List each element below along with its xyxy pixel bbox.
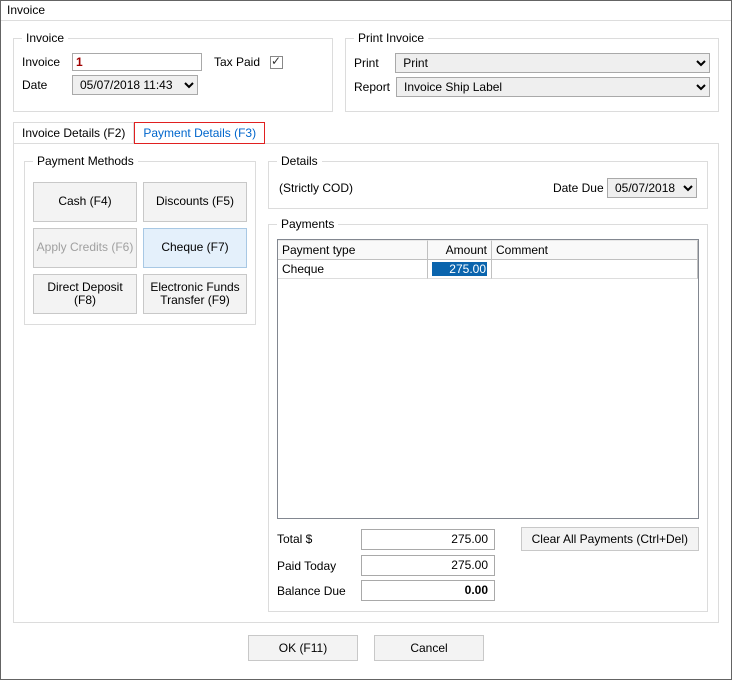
payments-legend: Payments [277,217,338,231]
tab-invoice-details[interactable]: Invoice Details (F2) [13,122,134,144]
cash-button[interactable]: Cash (F4) [33,182,137,222]
tab-body: Payment Methods Cash (F4) Discounts (F5)… [13,143,719,623]
invoice-legend: Invoice [22,31,68,45]
date-due-select[interactable]: 05/07/2018 [607,178,697,198]
tab-payment-details[interactable]: Payment Details (F3) [134,122,265,144]
cancel-button[interactable]: Cancel [374,635,484,661]
cell-amount[interactable]: 275.00 [428,260,492,279]
discounts-button[interactable]: Discounts (F5) [143,182,247,222]
ok-button[interactable]: OK (F11) [248,635,358,661]
taxpaid-label: Tax Paid [214,55,260,69]
print-label: Print [354,56,389,70]
clear-all-payments-button[interactable]: Clear All Payments (Ctrl+Del) [521,527,699,551]
date-label: Date [22,78,66,92]
payments-group: Payments Payment type Amount Comment Che… [268,217,708,612]
details-legend: Details [277,154,322,168]
invoice-number-input[interactable] [72,53,202,71]
paid-today-value: 275.00 [361,555,495,576]
table-row[interactable]: Cheque 275.00 [278,260,698,279]
invoice-number-label: Invoice [22,55,66,69]
report-label: Report [354,80,390,94]
print-select[interactable]: Print [395,53,710,73]
print-group: Print Invoice Print Print Report Invoice… [345,31,719,112]
total-label: Total $ [277,532,361,546]
tabs: Invoice Details (F2) Payment Details (F3… [13,122,719,144]
payments-table[interactable]: Payment type Amount Comment Cheque 275.0… [277,239,699,519]
direct-deposit-button[interactable]: Direct Deposit (F8) [33,274,137,314]
date-due-label: Date Due [553,181,604,195]
col-comment[interactable]: Comment [492,240,698,260]
apply-credits-button[interactable]: Apply Credits (F6) [33,228,137,268]
date-select[interactable]: 05/07/2018 11:43 [72,75,198,95]
balance-due-value: 0.00 [361,580,495,601]
balance-due-label: Balance Due [277,584,361,598]
window-title: Invoice [1,1,731,21]
cod-text: (Strictly COD) [279,181,353,195]
total-value: 275.00 [361,529,495,550]
window: Invoice Invoice Invoice Tax Paid Date 05… [0,0,732,680]
print-legend: Print Invoice [354,31,428,45]
cell-comment[interactable] [492,260,698,279]
cell-payment-type[interactable]: Cheque [278,260,428,279]
report-select[interactable]: Invoice Ship Label [396,77,710,97]
col-payment-type[interactable]: Payment type [278,240,428,260]
content: Invoice Invoice Tax Paid Date 05/07/2018… [1,21,731,667]
payment-methods-legend: Payment Methods [33,154,138,168]
paid-today-label: Paid Today [277,559,361,573]
col-amount[interactable]: Amount [428,240,492,260]
payment-methods-group: Payment Methods Cash (F4) Discounts (F5)… [24,154,256,325]
details-group: Details (Strictly COD) Date Due 05/07/20… [268,154,708,209]
cheque-button[interactable]: Cheque (F7) [143,228,247,268]
taxpaid-checkbox[interactable] [270,56,283,69]
invoice-group: Invoice Invoice Tax Paid Date 05/07/2018… [13,31,333,112]
eft-button[interactable]: Electronic Funds Transfer (F9) [143,274,247,314]
